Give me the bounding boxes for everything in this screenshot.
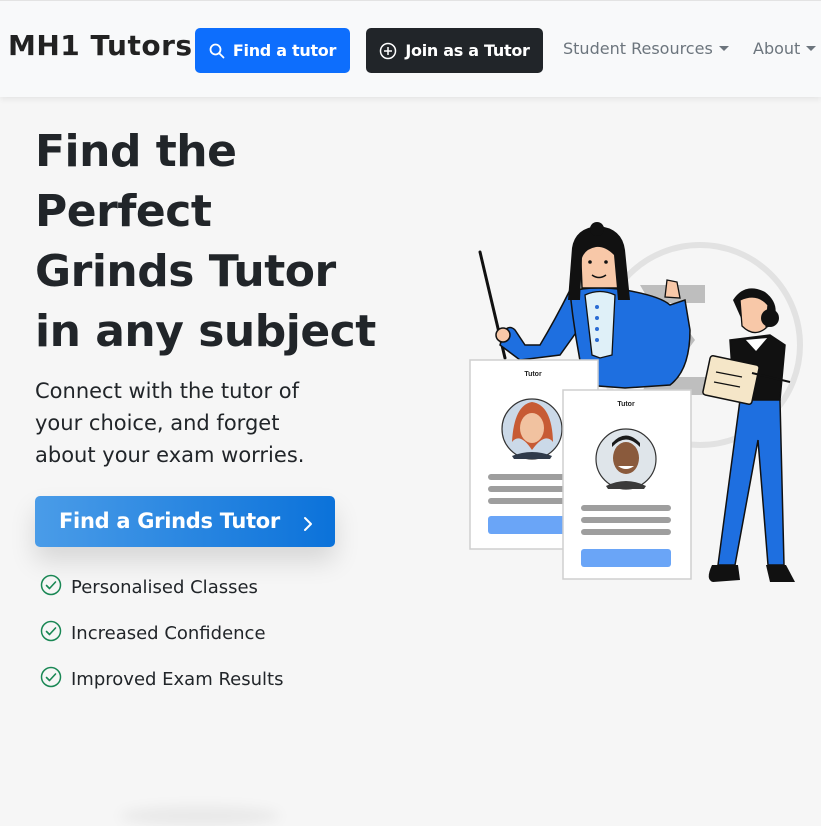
benefit-item: Personalised Classes [40,574,258,601]
benefit-item: Increased Confidence [40,620,266,647]
hero-title-line: Perfect [35,186,212,237]
hero-subtitle: Connect with the tutor of your choice, a… [35,375,355,471]
nav-about-label: About [753,39,801,58]
nav-student-resources-label: Student Resources [563,39,713,58]
tutors-illustration: Tutor Tutor [469,222,803,582]
find-grinds-tutor-button[interactable]: Find a Grinds Tutor [35,496,335,547]
benefit-label: Improved Exam Results [71,668,284,690]
join-tutor-button[interactable]: Join as a Tutor [366,28,543,73]
tutor-card-icon: Tutor [562,389,692,580]
join-tutor-label: Join as a Tutor [405,41,530,60]
tutor-card-label: Tutor [524,371,542,378]
brand-logo[interactable]: MH1 Tutors [8,29,193,62]
hero-title-line: Grinds Tutor [35,246,336,297]
nav-student-resources[interactable]: Student Resources [563,39,729,58]
student-figure-icon [702,288,795,582]
hero-subtitle-line: your choice, and forget [35,411,280,435]
chevron-right-icon [303,513,313,537]
hero-subtitle-line: about your exam worries. [35,443,305,467]
search-icon [209,43,225,59]
hero-title: Find the Perfect Grinds Tutor in any sub… [35,122,395,362]
nav-about[interactable]: About [753,39,817,58]
tutor-card-label: Tutor [617,401,635,408]
check-circle-icon [40,574,62,601]
navbar: MH1 Tutors Find a tutor Join as a Tutor … [0,0,821,97]
benefit-label: Personalised Classes [71,576,258,598]
hero-title-line: in any subject [35,306,376,357]
find-tutor-button[interactable]: Find a tutor [195,28,350,73]
hero-title-line: Find the [35,126,237,177]
cta-label: Find a Grinds Tutor [59,509,280,533]
check-circle-icon [40,620,62,647]
hero-subtitle-line: Connect with the tutor of [35,379,300,403]
decorative-shadow [120,806,280,826]
find-tutor-label: Find a tutor [232,41,337,60]
caret-down-icon [806,46,817,51]
plus-circle-icon [379,42,397,60]
benefit-item: Improved Exam Results [40,666,284,693]
caret-down-icon [718,46,729,51]
benefit-label: Increased Confidence [71,622,266,644]
check-circle-icon [40,666,62,693]
